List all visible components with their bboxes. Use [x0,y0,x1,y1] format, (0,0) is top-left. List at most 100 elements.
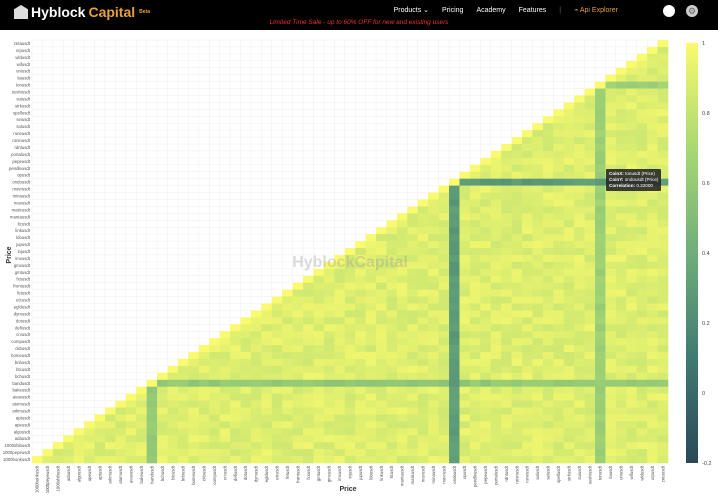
heatmap-cell [657,428,669,436]
y-tick-label: 1000bonkusdt [3,457,31,462]
heatmap-cell [73,428,85,436]
promo-banner[interactable]: Limited Time Sale - up to 60% OFF for ne… [0,19,718,26]
y-tick-label: spellusdt [13,110,31,115]
heatmap-cell [386,414,398,422]
heatmap-cell [605,331,617,339]
nav-academy[interactable]: Academy [476,7,505,14]
heatmap-cell [355,428,366,436]
heatmap-cell [292,449,304,457]
heatmap-cell [417,324,429,332]
x-tick-label: gmtusdt [316,465,321,481]
heatmap-cell [553,268,565,277]
heatmap-cell [574,365,585,374]
heatmap-cell [136,414,147,422]
heatmap-cell [386,227,398,235]
settings-gear-icon[interactable]: ⚙ [686,5,698,17]
heatmap-cell [261,352,273,360]
nav-pricing[interactable]: Pricing [442,7,463,14]
heatmap-cell [417,393,429,401]
x-tick-label: ldousdt [368,465,373,480]
heatmap-cell [449,352,460,360]
x-tick-label: runeusdt [525,465,530,483]
y-tick-label: runeusdt [13,131,31,136]
colorbar [686,43,698,463]
heatmap-cell [574,345,585,353]
heatmap-cell [407,365,419,374]
heatmap-cell [522,241,533,249]
heatmap-cell [417,248,429,256]
heatmap-cell [584,248,596,256]
x-tick-label: algousdt [76,465,81,482]
heatmap-cell [167,414,179,422]
heatmap-cell [542,456,554,464]
heatmap-cell [334,303,346,311]
heatmap-cell [490,345,502,353]
heatmap-cell [376,379,387,388]
heatmap-cell [553,116,565,124]
heatmap-cell [136,400,147,408]
x-tick-label: pendleusdt [473,465,478,487]
heatmap-cell [615,234,627,242]
heatmap-cell [574,227,585,235]
heatmap-cell [480,352,492,360]
heatmap-cell [584,123,596,131]
heatmap-cell [407,227,419,235]
heatmap-cell [595,289,606,297]
heatmap-cell [355,296,366,304]
heatmap-cell [647,67,658,75]
heatmap-cell [542,324,554,332]
heatmap-cell [595,199,606,207]
heatmap-cell [647,289,658,297]
heatmap-cell [438,227,450,235]
heatmap-cell [574,116,585,124]
heatmap-cell [271,400,283,408]
heatmap-cell [323,400,335,408]
heatmap-cell [647,150,658,159]
heatmap-cell [490,220,502,228]
heatmap-cell [511,213,523,221]
heatmap-cell [407,372,419,381]
heatmap-cell [157,414,168,422]
nav-api-explorer[interactable]: ⌁ Api Explorer [574,6,618,14]
heatmap-cell [428,338,439,346]
heatmap-cell [344,296,356,304]
heatmap-cell [209,428,220,436]
heatmap-cell [303,386,314,394]
heatmap-cell [386,338,398,346]
nav-features[interactable]: Features [519,7,547,14]
heatmap-cell [271,442,283,450]
heatmap-cell [501,449,512,457]
heatmap-cell [657,352,669,360]
nav-products[interactable]: Products ⌄ [394,6,429,14]
heatmap-cell [323,296,335,304]
heatmap-cell [615,67,627,75]
heatmap-cell [428,234,439,242]
y-tick-label: btcusdt [16,367,31,372]
heatmap-cell [365,289,377,297]
heatmap-cell [511,192,523,200]
heatmap-cell [574,254,585,263]
heatmap-cell [376,400,387,408]
heatmap-cell [626,220,638,228]
brand-logo[interactable]: Hyblock Capital Beta [14,4,150,20]
heatmap-cell [657,123,669,131]
heatmap-cell [198,393,210,401]
heatmap-cell [657,414,669,422]
heatmap-cell [501,164,512,173]
heatmap-cell [511,178,523,186]
heatmap-cell [449,428,460,436]
heatmap-cell [647,352,658,360]
heatmap-cell [365,345,377,353]
heatmap-cell [501,171,512,179]
heatmap-cell [250,428,262,436]
heatmap-cell [146,379,158,388]
heatmap-cell [115,456,127,464]
heatmap-cell [271,317,283,325]
heatmap-cell [344,324,356,332]
user-avatar[interactable] [663,5,675,17]
heatmap-cell [240,456,252,464]
heatmap-cell [177,400,189,408]
heatmap-cell [532,150,544,159]
heatmap-cell [250,317,262,325]
heatmap-cell [553,310,565,318]
